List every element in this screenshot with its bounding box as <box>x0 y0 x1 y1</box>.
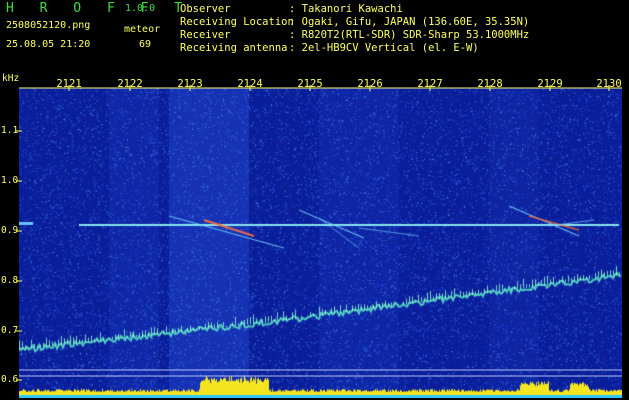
frequency-tick-label: 1.1 <box>1 125 19 136</box>
header-panel: H R O F F T 1.0.0 2508052120.png 25.08.0… <box>0 0 629 62</box>
location-value: : Ogaki, Gifu, JAPAN (136.60E, 35.35N) <box>289 16 530 28</box>
location-label: Receiving Location <box>180 16 294 28</box>
app-version: 1.0.0 <box>125 3 156 14</box>
frequency-tick-label: 1.0 <box>1 175 19 186</box>
observer-label: Observer <box>180 3 231 15</box>
file-datetime: 25.08.05 21:20 <box>6 39 91 50</box>
frequency-unit-label: kHz <box>2 73 20 84</box>
frequency-tick-label: 0.7 <box>1 325 19 336</box>
file-name: 2508052120.png <box>6 20 91 31</box>
frequency-tick-label: 0.6 <box>1 374 19 385</box>
meteor-label: meteor <box>124 24 161 35</box>
app-title: H R O F F T <box>6 1 192 16</box>
receiver-value: : R820T2(RTL-SDR) SDR-Sharp 53.1000MHz <box>289 29 530 41</box>
spectrogram-display <box>19 88 622 398</box>
receiver-label: Receiver <box>180 29 231 41</box>
observer-value: : Takanori Kawachi <box>289 3 403 15</box>
meteor-count: 69 <box>139 39 152 50</box>
frequency-tick-label: 0.9 <box>1 225 19 236</box>
frequency-tick-label: 0.8 <box>1 275 19 286</box>
antenna-label: Receiving antenna <box>180 42 288 54</box>
antenna-value: : 2el-HB9CV Vertical (el. E-W) <box>289 42 479 54</box>
